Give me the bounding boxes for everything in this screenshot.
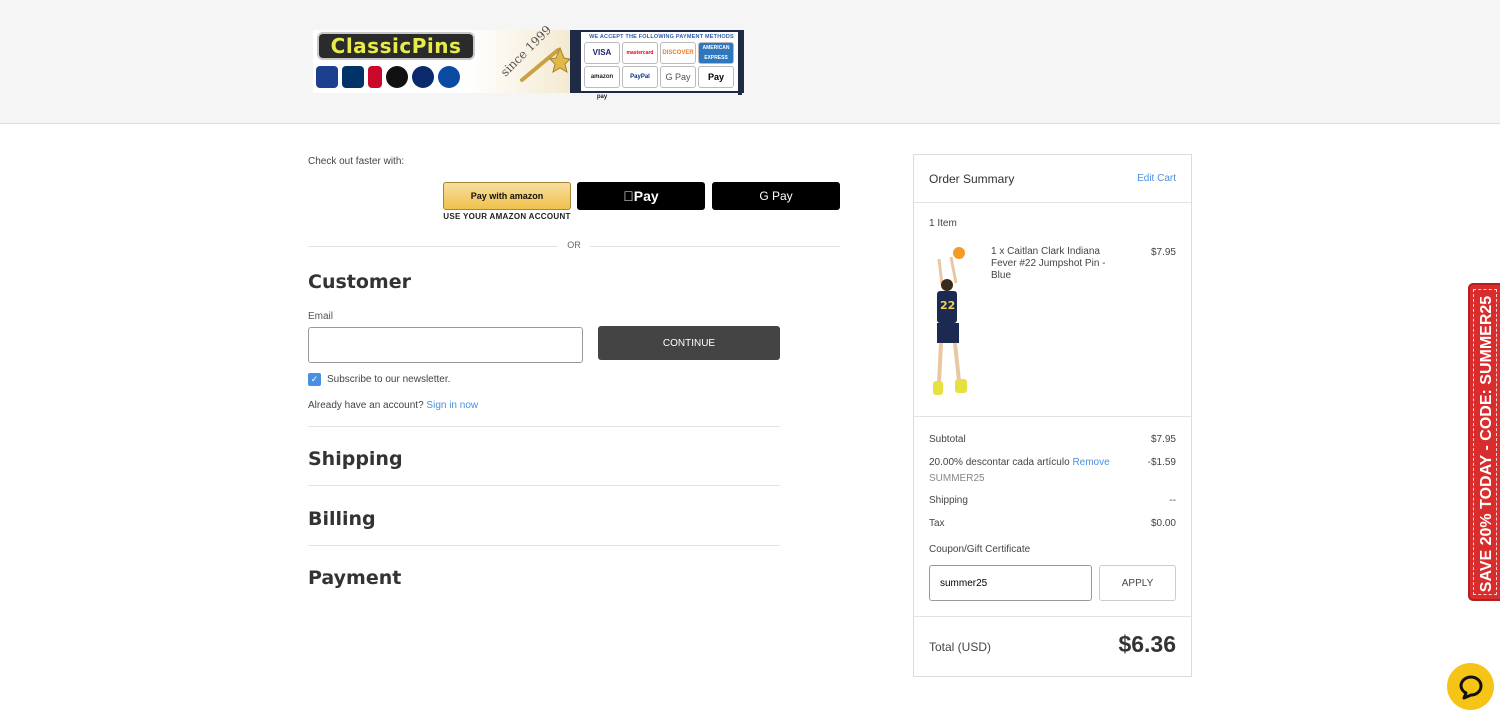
olympics-logo-icon: [412, 66, 434, 88]
discount-code: SUMMER25: [929, 473, 985, 484]
apple-pay-icon: Pay: [698, 66, 734, 88]
signin-row: Already have an account? Sign in now: [308, 400, 478, 411]
amex-icon: AMERICAN EXPRESS: [698, 42, 734, 64]
newsletter-label: Subscribe to our newsletter.: [327, 374, 451, 385]
total-label: Total (USD): [929, 640, 992, 654]
discount-value: -$1.59: [1147, 457, 1176, 468]
subtotal-label: Subtotal: [929, 434, 966, 445]
mastercard-icon: mastercard: [622, 42, 658, 64]
amazon-pay-icon: amazon pay: [584, 66, 620, 100]
visa-icon: VISA: [584, 42, 620, 64]
email-field[interactable]: [308, 327, 583, 363]
remove-discount-link[interactable]: Remove: [1072, 457, 1109, 468]
continue-button[interactable]: CONTINUE: [598, 326, 780, 360]
nhl-logo-icon: [386, 66, 408, 88]
subtotal-value: $7.95: [1150, 434, 1176, 445]
google-pay-button[interactable]: G Pay: [712, 182, 840, 210]
accepted-payments-banner: WE ACCEPT THE FOLLOWING PAYMENT METHODS …: [579, 30, 744, 100]
item-count: 1 Item: [929, 218, 957, 229]
mlb-logo-icon: [316, 66, 338, 88]
shipping-section-title[interactable]: Shipping: [308, 448, 403, 470]
apple-icon: : [623, 188, 634, 204]
email-label: Email: [308, 311, 334, 322]
section-divider: [308, 545, 780, 546]
payments-banner-title: WE ACCEPT THE FOLLOWING PAYMENT METHODS: [589, 34, 734, 40]
promo-text: SAVE 20% TODAY - CODE: SUMMER25: [1478, 295, 1495, 593]
store-logo-banner[interactable]: ClassicPins since 1999 WE ACCEPT THE FOL…: [313, 23, 751, 100]
logo-wordmark: ClassicPins: [317, 32, 475, 60]
order-summary-panel: Order Summary Edit Cart 1 Item 22 1 x Ca…: [913, 154, 1192, 677]
product-thumbnail: 22: [933, 247, 967, 395]
discount-row: 20.00% descontar cada artículo Remove: [929, 457, 1110, 468]
classicpins-logo: ClassicPins since 1999: [313, 23, 570, 93]
ncaa-logo-icon: [438, 66, 460, 88]
site-header: ClassicPins since 1999 WE ACCEPT THE FOL…: [0, 0, 1500, 124]
section-divider: [308, 426, 780, 427]
promo-side-tab[interactable]: SAVE 20% TODAY - CODE: SUMMER25: [1468, 283, 1500, 601]
shipping-value: --: [1169, 495, 1176, 506]
section-divider: [308, 485, 780, 486]
google-pay-icon: G Pay: [660, 66, 696, 88]
league-logos: [316, 66, 460, 88]
discover-icon: DISCOVER: [660, 42, 696, 64]
or-text: OR: [567, 240, 581, 250]
amazon-caption: USE YOUR AMAZON ACCOUNT: [443, 212, 571, 221]
chat-bubble-icon: [1459, 675, 1483, 700]
amazon-pay-button[interactable]: Pay with amazon: [443, 182, 571, 210]
total-value: $6.36: [1118, 631, 1176, 657]
product-price: $7.95: [1150, 247, 1176, 258]
nba-logo-icon: [368, 66, 382, 88]
product-name: 1 x Caitlan Clark Indiana Fever #22 Jump…: [991, 246, 1106, 281]
tax-value: $0.00: [1150, 518, 1176, 529]
payment-section-title[interactable]: Payment: [308, 567, 401, 589]
checkout-faster-label: Check out faster with:: [308, 156, 405, 167]
coupon-input[interactable]: [929, 565, 1092, 601]
apple-pay-label: Pay: [628, 188, 659, 204]
apply-coupon-button[interactable]: APPLY: [1099, 565, 1176, 601]
banner-separator: [570, 30, 579, 93]
billing-section-title[interactable]: Billing: [308, 508, 376, 530]
shipping-label: Shipping: [929, 495, 968, 506]
sign-in-link[interactable]: Sign in now: [426, 400, 478, 411]
svg-text:22: 22: [940, 299, 955, 312]
apple-pay-button[interactable]: Pay: [577, 182, 705, 210]
coupon-label: Coupon/Gift Certificate: [929, 544, 1031, 555]
paypal-icon: PayPal: [622, 66, 658, 88]
already-account-text: Already have an account?: [308, 400, 424, 411]
newsletter-checkbox[interactable]: ✓: [308, 373, 321, 386]
chat-button[interactable]: [1447, 663, 1494, 710]
edit-cart-link[interactable]: Edit Cart: [1137, 173, 1176, 184]
customer-section-title: Customer: [308, 271, 411, 293]
tax-label: Tax: [929, 518, 945, 529]
nfl-logo-icon: [342, 66, 364, 88]
or-separator: OR: [308, 240, 840, 252]
gold-pin-icon: [520, 46, 570, 82]
discount-label: 20.00% descontar cada artículo: [929, 457, 1070, 468]
order-summary-title: Order Summary: [929, 172, 1015, 186]
